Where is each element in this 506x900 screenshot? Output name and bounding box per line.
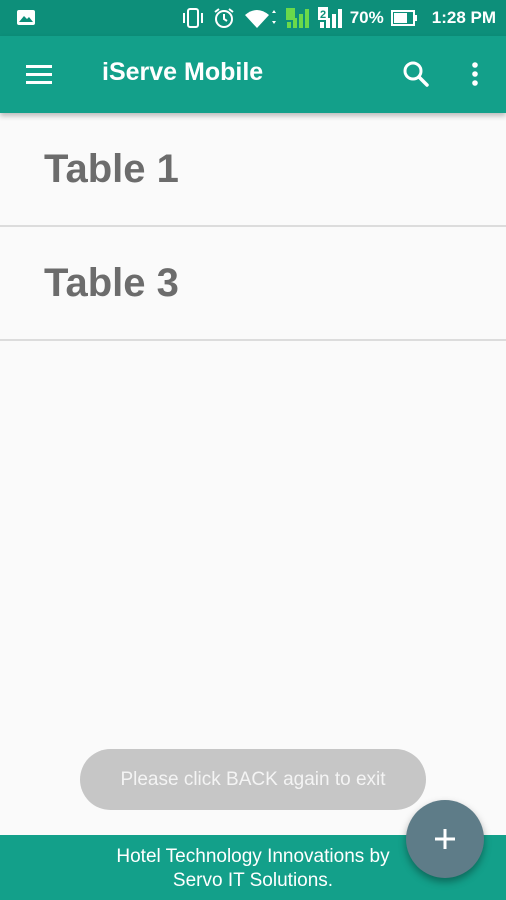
- clock: 1:28 PM: [431, 8, 496, 27]
- table-row[interactable]: Table 3: [0, 227, 506, 341]
- exit-toast: Please click BACK again to exit: [80, 749, 426, 810]
- signal-sim1-icon: [284, 6, 310, 30]
- more-vert-icon[interactable]: [462, 58, 488, 90]
- add-button[interactable]: [406, 800, 484, 878]
- battery-percent: 70%: [349, 8, 384, 27]
- table-label: Table 1: [44, 146, 179, 191]
- menu-icon[interactable]: [22, 60, 56, 90]
- wifi-icon: [243, 7, 277, 29]
- battery-icon: [390, 9, 419, 27]
- signal-sim2-icon: 2: [317, 6, 343, 30]
- search-icon[interactable]: [400, 58, 432, 90]
- plus-icon: [435, 829, 455, 849]
- gallery-notification-icon: [16, 9, 36, 31]
- table-row[interactable]: Table 1: [0, 113, 506, 227]
- table-list: Table 1 Table 3: [0, 113, 506, 341]
- status-icons: 2 70% 1:28 PM: [181, 0, 496, 36]
- app-bar: iServe Mobile: [0, 36, 506, 113]
- alarm-icon: [212, 7, 236, 29]
- app-title: iServe Mobile: [102, 58, 264, 86]
- svg-text:2: 2: [320, 9, 326, 21]
- table-label: Table 3: [44, 260, 179, 305]
- status-bar: 2 70% 1:28 PM: [0, 0, 506, 36]
- vibrate-icon: [181, 7, 205, 29]
